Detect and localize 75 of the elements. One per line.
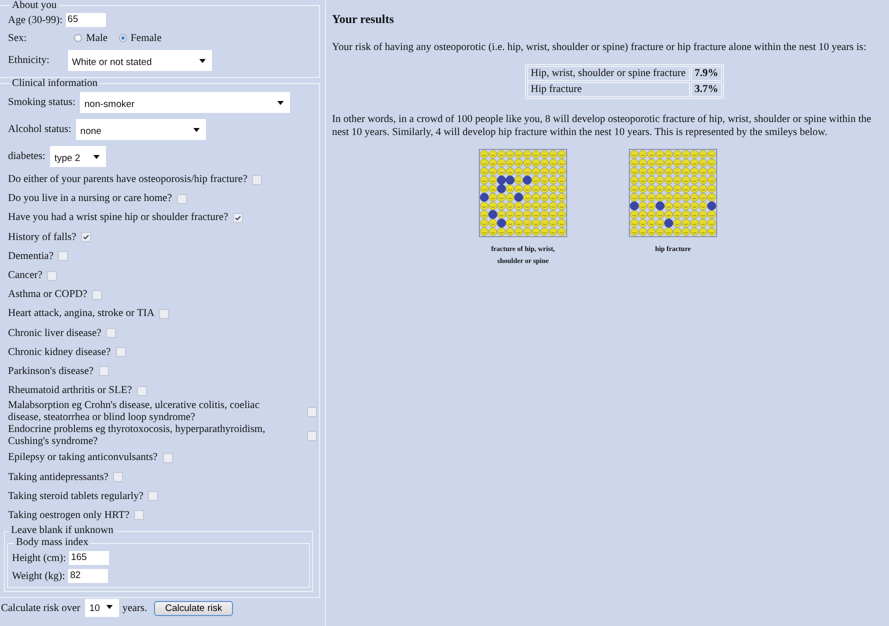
dropdown[interactable]: 10 [85,599,120,617]
dropdown[interactable]: type 2 [50,146,106,167]
caret-icon [277,101,284,105]
calculate-button[interactable]: Calculate risk [154,600,234,616]
checkbox[interactable] [162,452,173,463]
table-cell: Hip fracture [526,82,690,97]
field-label: Smoking status: [8,97,76,108]
input-field[interactable]: 165 [68,551,109,565]
question-label: Epilepsy or taking anticonvulsants? [8,452,158,464]
results-summary: In other words, in a crowd of 100 people like you, 8 will develop osteoporotic fracture of hip, wrist, shoulder or spine within the nest 10 years. Similarly, 4 will develop hip fracture within the nest 10 years. This is represented by the smileys below. [332,113,872,139]
dropdown[interactable]: White or not stated [68,50,212,71]
section-title: Leave blank if unknown [10,525,114,537]
question-label: Taking antidepressants? [8,472,108,483]
field-label: Age (30-99): [8,14,63,26]
question-label: History of falls? [8,232,76,243]
checkbox[interactable] [113,472,124,482]
dropdown[interactable]: non-smoker [80,92,290,113]
checkbox[interactable] [58,251,68,262]
years-label: years. [122,602,148,614]
question-label: Heart attack, angina, stroke or TIA [8,308,154,320]
checkbox[interactable] [307,431,317,442]
caret-icon [106,605,114,609]
results-intro: Your risk of having any osteoporotic (i.e. hip, wrist, shoulder or spine) fracture or hip fracture alone within the nest 10 years is: [332,41,868,54]
checkbox[interactable] [116,347,126,358]
question-label: Taking oestrogen only HRT? [8,510,130,521]
section-title: Clinical information [11,78,98,89]
question-label: Have you had a wrist spine hip or shoulder fracture? [8,212,228,224]
calculate-label: Calculate risk over [1,602,80,614]
checkbox[interactable] [134,510,144,520]
checkbox[interactable] [98,366,109,376]
question-label: Dementia? [8,250,54,262]
question-label: Do you live in a nursing or care home? [8,193,172,204]
dropdown[interactable]: none [76,119,206,140]
checkbox[interactable] [92,290,102,300]
checkbox[interactable] [148,491,158,502]
checkbox[interactable] [159,308,170,319]
question-label: Malabsorption eg Crohn's disease, ulcerative colitis, coeliac disease, steatorrhea or blind loop syndrome? [8,400,260,424]
results-title: Your results [332,12,395,27]
table-cell: Hip, wrist, shoulder or spine fracture [526,66,690,81]
caret-icon [193,128,200,132]
question-label: Parkinson's disease? [8,366,94,377]
caret-icon [199,59,206,63]
question-label: Chronic kidney disease? [8,346,111,358]
checkbox[interactable] [233,212,244,223]
checkbox[interactable] [136,386,147,396]
caret-icon [93,155,100,159]
table-cell: 7.9% [690,66,722,81]
question-label: Do either of your parents have osteoporosis/hip fracture? [8,174,248,186]
checkbox[interactable] [47,270,58,281]
field-label: Height (cm): [12,552,66,564]
table-cell: 3.7% [690,82,722,97]
field-label: Weight (kg): [12,570,66,582]
section-title: Body mass index [15,537,90,549]
input-field[interactable]: 82 [68,569,108,583]
checkbox[interactable] [81,232,92,242]
field-label: diabetes: [8,151,46,162]
question-label: Rheumatoid arthritis or SLE? [8,385,132,396]
checkbox[interactable] [106,328,116,338]
question-label: Asthma or COPD? [8,289,88,300]
question-label: Cancer? [8,270,42,282]
checkbox[interactable] [252,174,262,185]
question-label: Endocrine problems eg thyrotoxocosis, hyperparathyroidism, Cushing's syndrome? [8,424,266,448]
field-label: Alcohol status: [8,124,72,135]
radio-label: Male [86,32,108,44]
age-field[interactable]: 65 [66,13,106,27]
radio-label: Female [130,32,162,44]
question-label: Taking steroid tablets regularly? [8,490,144,502]
field-label: Ethnicity: [8,55,50,66]
radio-button[interactable] [118,34,127,42]
field-label: Sex: [8,32,28,44]
section-title: About you [11,0,58,11]
radio-button[interactable] [74,34,82,42]
checkbox[interactable] [176,194,187,204]
question-label: Chronic liver disease? [8,328,102,339]
checkbox[interactable] [307,407,317,418]
